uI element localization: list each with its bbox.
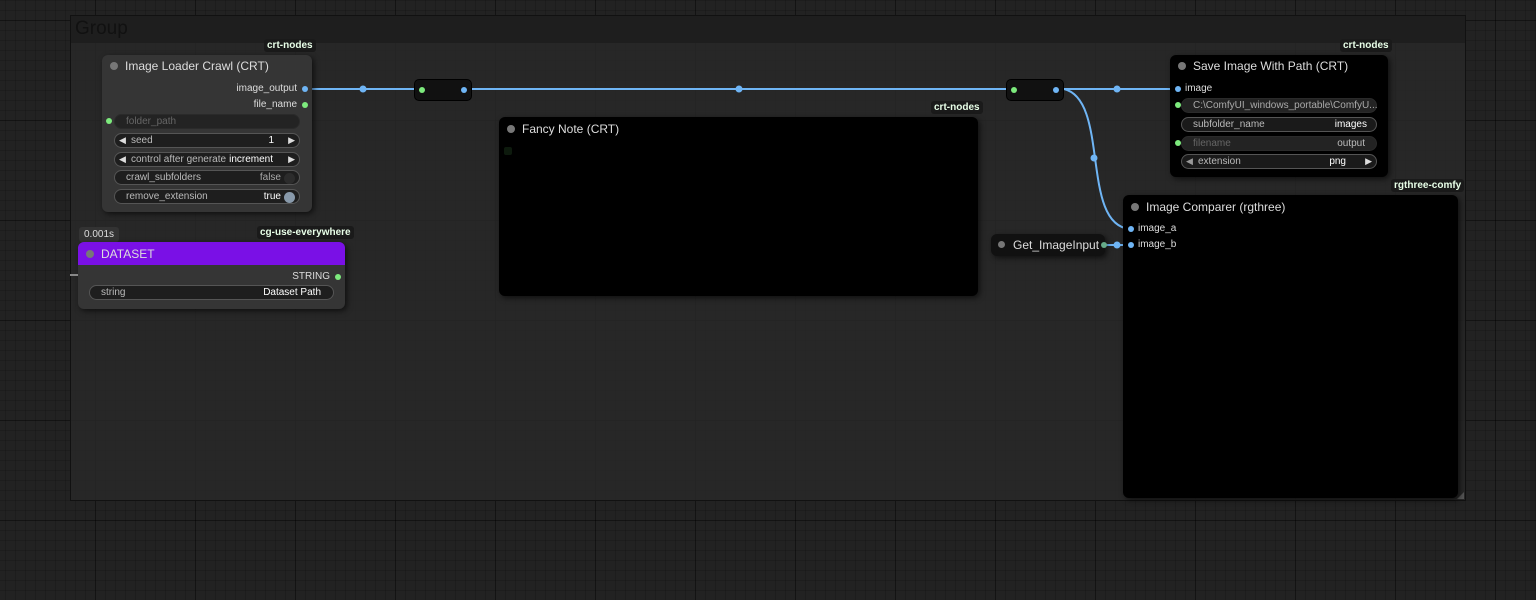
input-slot-image-b[interactable]	[1128, 242, 1134, 248]
toggle-off-icon[interactable]	[284, 173, 295, 184]
link-midpoint	[359, 85, 367, 93]
node-title: Save Image With Path (CRT)	[1193, 59, 1349, 73]
reroute-input-slot[interactable]	[1011, 87, 1017, 93]
widget-remove-extension[interactable]: remove_extension true	[114, 189, 300, 204]
node-title-bar[interactable]: Image Comparer (rgthree)	[1123, 195, 1458, 217]
collapse-dot-icon[interactable]	[1131, 203, 1139, 211]
link-midpoint	[735, 85, 743, 93]
collapse-dot-icon[interactable]	[507, 125, 515, 133]
reroute-output-slot[interactable]	[1053, 87, 1059, 93]
widget-seed[interactable]: ◀ seed 1 ▶	[114, 133, 300, 148]
node-title-bar[interactable]: DATASET	[78, 242, 345, 265]
toggle-on-icon[interactable]	[284, 192, 295, 203]
node-image-loader-crawl[interactable]: Image Loader Crawl (CRT) image_output fi…	[102, 55, 312, 212]
node-title-bar[interactable]: Image Loader Crawl (CRT)	[102, 55, 312, 77]
next-arrow-icon[interactable]: ▶	[1365, 156, 1372, 167]
node-get-image-input[interactable]: Get_ImageInput	[991, 234, 1107, 256]
collapse-dot-icon[interactable]	[86, 250, 94, 258]
output-slot-string[interactable]	[335, 274, 341, 280]
decrement-arrow-icon[interactable]: ◀	[119, 135, 126, 146]
widget-filename[interactable]: filename output	[1181, 136, 1377, 151]
reroute-node[interactable]	[414, 79, 472, 101]
output-slot-image[interactable]	[1101, 242, 1107, 248]
node-dataset[interactable]: DATASET STRING string Dataset Path	[78, 242, 345, 309]
widget-folder-path[interactable]: folder_path	[114, 114, 300, 129]
reroute-input-slot[interactable]	[419, 87, 425, 93]
node-badge: crt-nodes	[264, 39, 316, 52]
node-save-image[interactable]: Save Image With Path (CRT) image C:\Comf…	[1170, 55, 1388, 177]
output-label-file-name: file_name	[253, 99, 297, 110]
widget-path[interactable]: C:\ComfyUI_windows_portable\ComfyU...	[1181, 98, 1378, 113]
node-badge: rgthree-comfy	[1391, 179, 1465, 192]
node-title: DATASET	[101, 247, 155, 261]
link-midpoint	[1090, 154, 1098, 162]
input-label-image-a: image_a	[1138, 223, 1177, 234]
node-image-comparer[interactable]: Image Comparer (rgthree) image_a image_b	[1123, 195, 1458, 498]
widget-string[interactable]: string Dataset Path	[89, 285, 334, 300]
input-slot-folder-path[interactable]	[106, 118, 112, 124]
node-badge: cg-use-everywhere	[257, 226, 354, 239]
node-title: Image Loader Crawl (CRT)	[125, 59, 269, 73]
input-slot-image-a[interactable]	[1128, 226, 1134, 232]
input-label-image: image	[1185, 83, 1213, 94]
output-slot-file-name[interactable]	[302, 102, 308, 108]
link-midpoint	[1113, 241, 1121, 249]
collapse-dot-icon[interactable]	[110, 62, 118, 70]
collapse-dot-icon[interactable]	[1178, 62, 1186, 70]
input-label-image-b: image_b	[1138, 239, 1177, 250]
widget-subfolder-name[interactable]: subfolder_name images	[1181, 117, 1377, 132]
node-title: Fancy Note (CRT)	[522, 122, 620, 136]
widget-crawl-subfolders[interactable]: crawl_subfolders false	[114, 170, 300, 185]
widget-extension[interactable]: ◀ extension png ▶	[1181, 154, 1377, 169]
link-midpoint	[1113, 85, 1121, 93]
output-slot-image-output[interactable]	[302, 86, 308, 92]
node-badge: crt-nodes	[931, 101, 983, 114]
prev-arrow-icon[interactable]: ◀	[1186, 156, 1193, 167]
reroute-output-slot[interactable]	[461, 87, 467, 93]
reroute-node[interactable]	[1006, 79, 1064, 101]
node-title-bar[interactable]: Save Image With Path (CRT)	[1170, 55, 1388, 77]
input-stub	[70, 274, 78, 276]
prev-arrow-icon[interactable]: ◀	[119, 154, 126, 165]
node-title: Get_ImageInput	[1013, 238, 1100, 252]
output-label-string: STRING	[292, 271, 330, 282]
node-title-bar[interactable]: Fancy Note (CRT)	[499, 117, 978, 139]
collapse-dot-icon[interactable]	[998, 241, 1005, 248]
next-arrow-icon[interactable]: ▶	[288, 154, 295, 165]
output-label-image-output: image_output	[236, 83, 297, 94]
execution-time-badge: 0.001s	[79, 227, 120, 242]
widget-control-after-generate[interactable]: ◀ control after generate increment ▶	[114, 152, 300, 167]
node-title: Image Comparer (rgthree)	[1146, 200, 1286, 214]
increment-arrow-icon[interactable]: ▶	[288, 135, 295, 146]
node-badge: crt-nodes	[1340, 39, 1392, 52]
node-fancy-note[interactable]: Fancy Note (CRT)	[499, 117, 978, 296]
note-text-area[interactable]	[504, 147, 512, 155]
input-slot-image[interactable]	[1175, 86, 1181, 92]
